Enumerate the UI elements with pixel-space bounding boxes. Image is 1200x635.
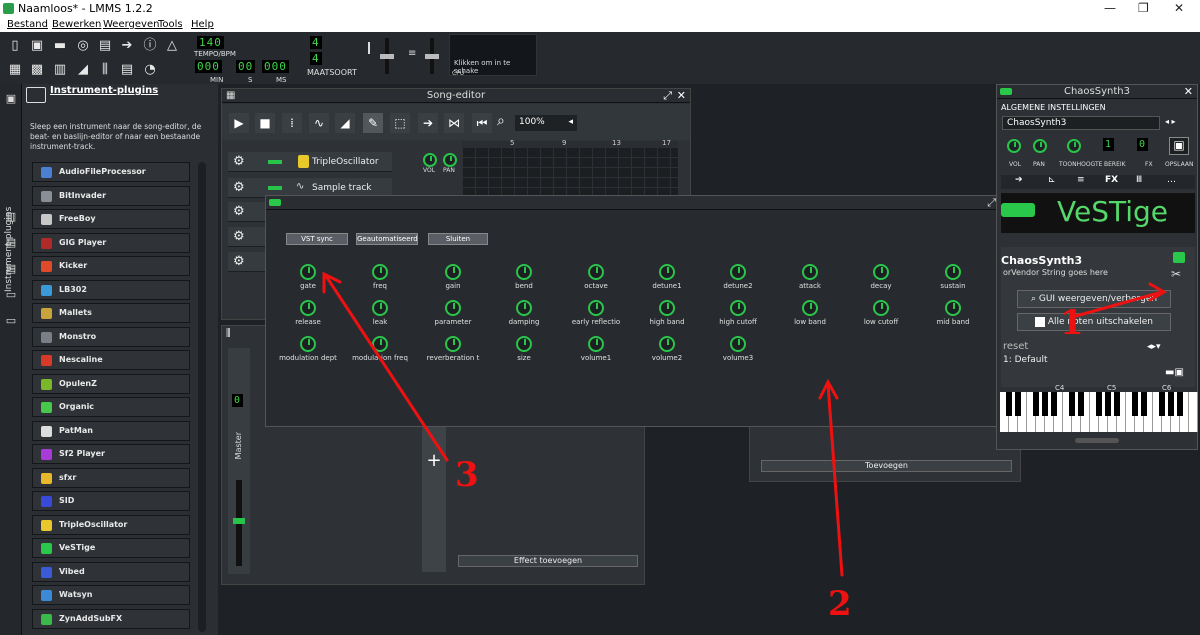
annotation-label-2: 2 xyxy=(828,584,852,624)
annotation-arrow-3 xyxy=(324,274,449,462)
annotation-overlay xyxy=(322,271,1168,577)
annotation-arrow-1 xyxy=(1074,290,1164,318)
annotation-label-3: 3 xyxy=(455,455,479,495)
annotation-label-1: 1 xyxy=(1060,303,1084,343)
annotation-arrow-2 xyxy=(826,382,844,577)
